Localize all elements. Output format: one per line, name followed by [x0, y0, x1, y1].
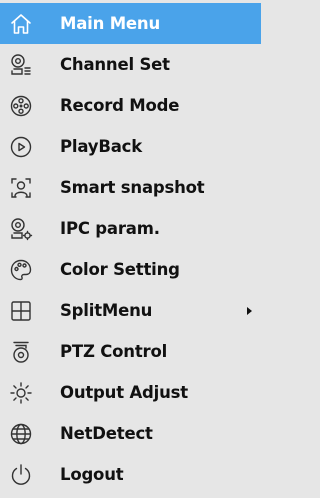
- globe-icon: [6, 419, 36, 449]
- menu-item-output-adjust[interactable]: Output Adjust: [0, 372, 261, 413]
- menu-item-label: Logout: [60, 465, 124, 484]
- menu-item-main-menu[interactable]: Main Menu: [0, 3, 261, 44]
- menu-item-label: Main Menu: [60, 14, 161, 33]
- submenu-arrow-icon: [247, 306, 252, 315]
- menu-item-label: SplitMenu: [60, 301, 153, 320]
- menu-item-channel-set[interactable]: Channel Set: [0, 44, 261, 85]
- camera-settings-icon: [6, 214, 36, 244]
- menu-item-label: IPC param.: [60, 219, 160, 238]
- film-reel-icon: [6, 91, 36, 121]
- ptz-camera-icon: [6, 337, 36, 367]
- face-scan-icon: [6, 173, 36, 203]
- home-icon: [6, 9, 36, 39]
- grid-split-icon: [6, 296, 36, 326]
- menu-item-label: Color Setting: [60, 260, 180, 279]
- brightness-icon: [6, 378, 36, 408]
- menu-item-playback[interactable]: PlayBack: [0, 126, 261, 167]
- menu-item-ptz-control[interactable]: PTZ Control: [0, 331, 261, 372]
- menu-item-label: PTZ Control: [60, 342, 168, 361]
- camera-list-icon: [6, 50, 36, 80]
- menu-item-logout[interactable]: Logout: [0, 454, 261, 495]
- menu-item-split-menu[interactable]: SplitMenu: [0, 290, 261, 331]
- menu-item-label: PlayBack: [60, 137, 142, 156]
- menu-item-color-setting[interactable]: Color Setting: [0, 249, 261, 290]
- menu-item-record-mode[interactable]: Record Mode: [0, 85, 261, 126]
- power-icon: [6, 460, 36, 490]
- menu-item-label: Record Mode: [60, 96, 180, 115]
- menu-item-label: Output Adjust: [60, 383, 188, 402]
- context-menu: Main Menu Channel Set Record Mode PlayBa…: [0, 0, 261, 498]
- play-circle-icon: [6, 132, 36, 162]
- menu-item-ipc-param[interactable]: IPC param.: [0, 208, 261, 249]
- palette-icon: [6, 255, 36, 285]
- menu-item-label: NetDetect: [60, 424, 153, 443]
- menu-item-smart-snapshot[interactable]: Smart snapshot: [0, 167, 261, 208]
- menu-item-label: Channel Set: [60, 55, 170, 74]
- menu-item-netdetect[interactable]: NetDetect: [0, 413, 261, 454]
- menu-item-label: Smart snapshot: [60, 178, 205, 197]
